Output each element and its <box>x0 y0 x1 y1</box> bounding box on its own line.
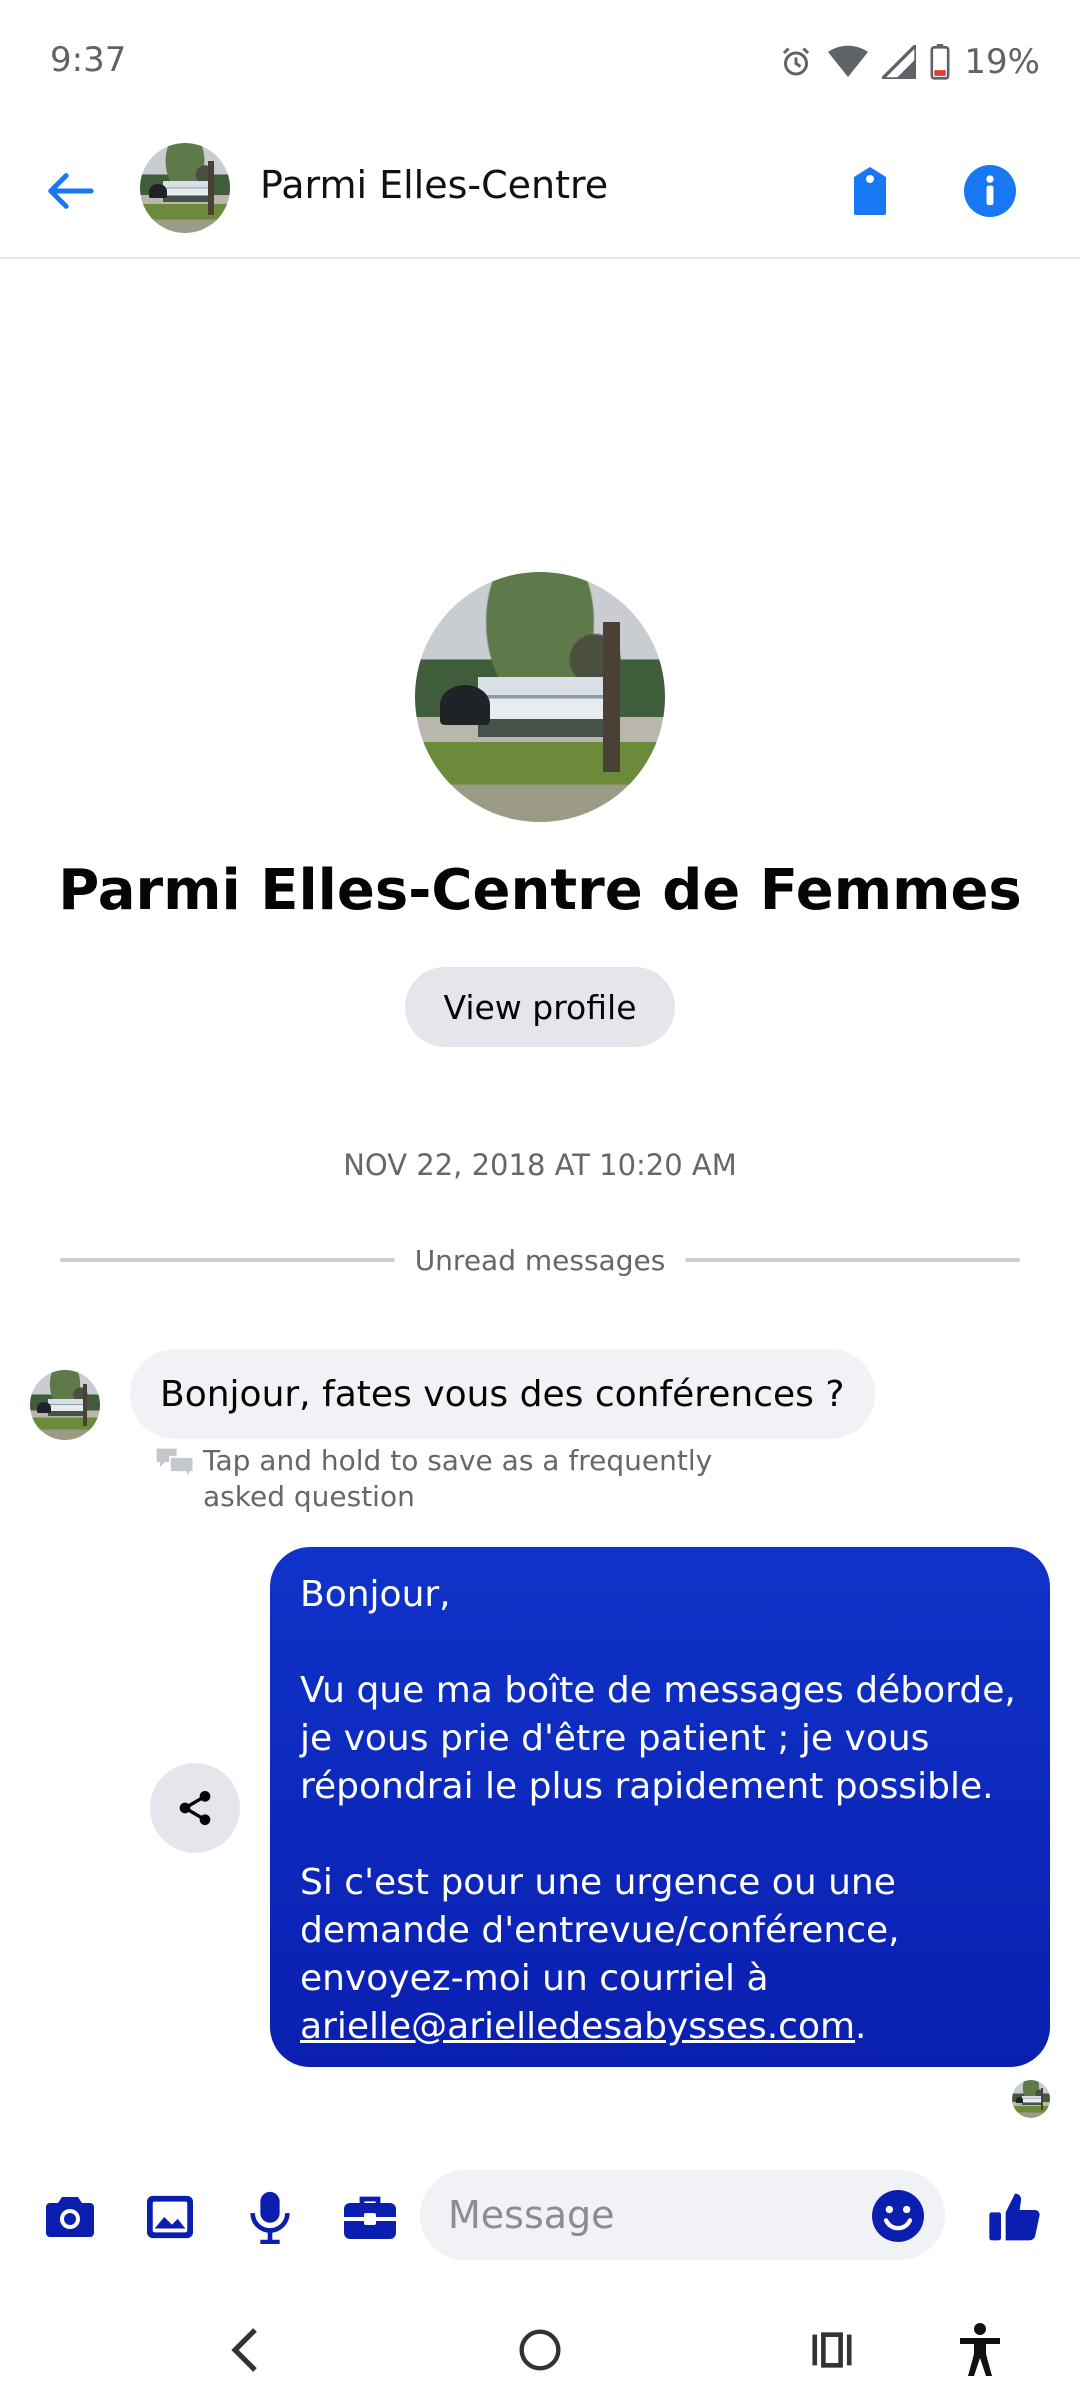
emoji-button[interactable] <box>870 2188 926 2244</box>
header-avatar[interactable] <box>140 143 230 233</box>
share-button[interactable] <box>150 1763 240 1853</box>
status-icons: 19% <box>778 40 1040 84</box>
nav-recents-icon <box>812 2332 852 2368</box>
message-text: Si c'est pour une urgence ou une demande… <box>300 1862 900 1999</box>
outgoing-message-bubble[interactable]: Bonjour, Vu que ma boîte de messages déb… <box>270 1547 1050 2067</box>
message-paragraph: Si c'est pour une urgence ou une demande… <box>300 1859 1020 2051</box>
accessibility-icon <box>960 2323 1000 2376</box>
message-input[interactable] <box>420 2170 945 2260</box>
like-button[interactable] <box>980 2182 1050 2252</box>
separator-line <box>685 1258 1020 1262</box>
email-link[interactable]: arielle@arielledesabysses.com <box>300 2006 855 2047</box>
camera-button[interactable] <box>35 2182 105 2252</box>
battery-icon <box>930 44 950 80</box>
system-nav-bar <box>0 2290 1080 2400</box>
nav-home-button[interactable] <box>505 2315 575 2385</box>
signal-icon <box>882 45 917 79</box>
profile-photo[interactable] <box>415 572 665 822</box>
incoming-message-bubble[interactable]: Bonjour, fates vous des conférences ? <box>130 1349 875 1439</box>
share-icon <box>179 1791 211 1825</box>
nav-back-icon <box>231 2328 257 2372</box>
status-time: 9:37 <box>50 40 127 80</box>
message-paragraph: Vu que ma boîte de messages déborde, je … <box>300 1670 1016 1807</box>
accessibility-button[interactable] <box>945 2315 1015 2385</box>
microphone-button[interactable] <box>235 2182 305 2252</box>
view-profile-button[interactable]: View profile <box>405 967 675 1047</box>
battery-percentage: 19% <box>964 42 1040 82</box>
briefcase-button[interactable] <box>335 2182 405 2252</box>
faq-chat-icon <box>156 1448 195 1479</box>
nav-recents-button[interactable] <box>797 2315 867 2385</box>
briefcase-icon <box>344 2196 396 2239</box>
camera-icon <box>46 2197 94 2237</box>
gallery-icon <box>147 2195 193 2239</box>
faq-hint-text: Tap and hold to save as a frequently ask… <box>203 1444 713 1513</box>
info-button[interactable] <box>960 161 1020 221</box>
message-composer <box>0 2160 1080 2270</box>
info-icon <box>964 165 1016 217</box>
message-greeting: Bonjour, <box>300 1574 451 1615</box>
nav-home-icon <box>519 2329 561 2371</box>
tag-icon <box>854 167 886 215</box>
label-button[interactable] <box>840 161 900 221</box>
thumbs-up-icon <box>989 2193 1040 2241</box>
sender-avatar[interactable] <box>30 1370 100 1440</box>
unread-separator: Unread messages <box>60 1240 1020 1280</box>
message-suffix: . <box>855 2006 867 2047</box>
nav-back-button[interactable] <box>210 2315 280 2385</box>
faq-hint[interactable]: Tap and hold to save as a frequently ask… <box>155 1443 795 1515</box>
read-receipt-avatar <box>1012 2080 1050 2118</box>
alarm-icon <box>783 47 810 76</box>
profile-name: Parmi Elles-Centre de Femmes <box>58 858 1022 923</box>
chat-header: Parmi Elles-Centre <box>0 125 1080 259</box>
separator-line <box>60 1258 395 1262</box>
emoji-icon <box>872 2190 924 2242</box>
microphone-icon <box>250 2191 290 2244</box>
conversation-timestamp: NOV 22, 2018 AT 10:20 AM <box>343 1148 737 1182</box>
unread-label: Unread messages <box>414 1243 666 1277</box>
wifi-icon <box>828 45 869 77</box>
back-arrow-icon <box>48 173 94 209</box>
status-bar: 9:37 19% <box>0 0 1080 125</box>
header-title[interactable]: Parmi Elles-Centre <box>260 163 608 207</box>
gallery-button[interactable] <box>135 2182 205 2252</box>
back-button[interactable] <box>35 161 105 221</box>
